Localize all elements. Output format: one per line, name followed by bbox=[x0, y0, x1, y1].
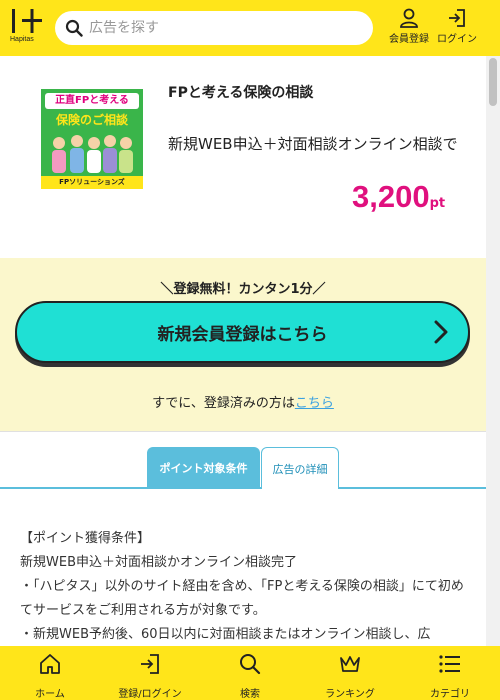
point-conditions-content: 【ポイント獲得条件】 新規WEB申込＋対面相談かオンライン相談完了 ・「ハピタス… bbox=[20, 527, 470, 647]
page-scrollbar[interactable] bbox=[486, 56, 500, 646]
nav-register-login-label: 登録/ログイン bbox=[118, 689, 182, 700]
home-icon bbox=[40, 654, 60, 674]
login-icon bbox=[449, 9, 465, 27]
conditions-heading: 【ポイント獲得条件】 bbox=[20, 531, 151, 546]
nav-ranking-label: ランキング bbox=[325, 689, 375, 700]
conditions-line: ・「ハピタス」以外のサイト経由を含め、「FPと考える保険の相談」にて初めてサービ… bbox=[20, 579, 464, 618]
nav-ranking[interactable]: ランキング bbox=[300, 646, 400, 700]
points-value: 3,200 bbox=[352, 179, 430, 214]
tab-point-conditions[interactable]: ポイント対象条件 bbox=[147, 447, 260, 489]
already-registered-text: すでに、登録済みの方はこちら bbox=[0, 392, 486, 411]
login-icon bbox=[141, 654, 159, 674]
thumbnail-headline: 正直FPと考える bbox=[45, 93, 139, 109]
hapitas-logo[interactable]: Hapitas bbox=[0, 0, 48, 56]
nav-register-login[interactable]: 登録/ログイン bbox=[100, 646, 200, 700]
register-label: 会員登録 bbox=[389, 34, 429, 45]
register-button-label: 新規会員登録はこちら bbox=[157, 324, 328, 345]
people-illustration-icon bbox=[52, 135, 133, 173]
logo-mark-icon bbox=[12, 9, 42, 33]
chevron-right-icon bbox=[434, 320, 448, 344]
conditions-line: ・新規WEB予約後、60日以内に対面相談またはオンライン相談し、広 bbox=[20, 627, 431, 642]
tab-ad-details[interactable]: 広告の詳細 bbox=[261, 447, 339, 489]
nav-category[interactable]: カテゴリ bbox=[400, 646, 500, 700]
thumbnail-subtitle: 保険のご相談 bbox=[55, 113, 128, 127]
nav-home[interactable]: ホーム bbox=[0, 646, 100, 700]
nav-search[interactable]: 検索 bbox=[200, 646, 300, 700]
logo-text: Hapitas bbox=[10, 36, 34, 43]
login-button[interactable]: ログイン bbox=[432, 8, 482, 48]
list-icon bbox=[439, 655, 460, 673]
new-member-register-button[interactable]: 新規会員登録はこちら bbox=[15, 301, 470, 363]
bottom-navigation: ホーム 登録/ログイン 検索 ランキング カテゴリ bbox=[0, 646, 500, 700]
points-unit: pt bbox=[429, 196, 446, 211]
offer-title: FPと考える保険の相談 bbox=[168, 85, 314, 101]
login-label: ログイン bbox=[437, 34, 477, 45]
search-input[interactable] bbox=[89, 20, 359, 36]
offer-thumbnail[interactable]: 正直FPと考える 保険のご相談 FPソリューションズ bbox=[41, 89, 143, 189]
offer-description: 新規WEB申込＋対面相談オンライン相談で bbox=[168, 135, 458, 153]
user-icon bbox=[400, 8, 418, 28]
section-divider bbox=[0, 431, 486, 432]
conditions-line: 新規WEB申込＋対面相談かオンライン相談完了 bbox=[20, 555, 297, 570]
already-registered-label: すでに、登録済みの方は bbox=[152, 396, 295, 411]
search-icon bbox=[65, 19, 83, 37]
register-section: ＼登録無料！カンタン1分／ 新規会員登録はこちら すでに、登録済みの方はこちら bbox=[0, 258, 486, 431]
nav-search-label: 検索 bbox=[240, 689, 260, 700]
search-bar[interactable] bbox=[55, 11, 373, 45]
app-header: Hapitas 会員登録 ログイン bbox=[0, 0, 500, 56]
offer-section: 正直FPと考える 保険のご相談 FPソリューションズ FPと考える保険の相談 新… bbox=[0, 56, 486, 258]
search-icon bbox=[240, 654, 261, 675]
crown-icon bbox=[340, 656, 360, 672]
nav-category-label: カテゴリ bbox=[430, 689, 470, 700]
nav-home-label: ホーム bbox=[35, 689, 65, 700]
thumbnail-company: FPソリューションズ bbox=[41, 176, 143, 189]
register-caption: ＼登録無料！カンタン1分／ bbox=[160, 282, 326, 297]
register-button[interactable]: 会員登録 bbox=[384, 8, 434, 48]
login-link[interactable]: こちら bbox=[295, 396, 334, 411]
detail-tabs: ポイント対象条件 広告の詳細 bbox=[0, 447, 486, 489]
offer-points: 3,200pt bbox=[352, 179, 445, 215]
scrollbar-thumb[interactable] bbox=[489, 58, 497, 106]
